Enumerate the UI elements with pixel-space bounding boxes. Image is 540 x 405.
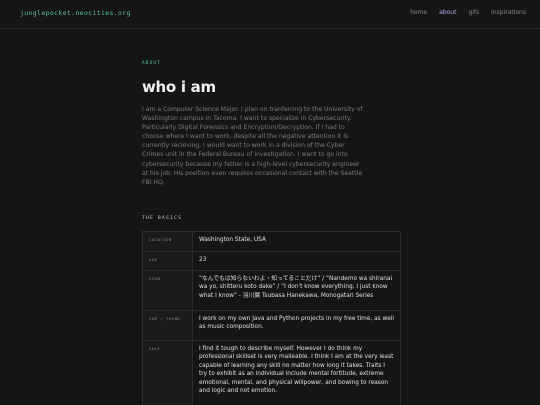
- top-bar: junglepocket.neocities.org home about gi…: [0, 0, 540, 29]
- table-row: SELF I find it tough to describe myself.…: [143, 341, 400, 405]
- site-title[interactable]: junglepocket.neocities.org: [20, 9, 131, 17]
- basics-table: LOCATION Washington State, USA AGE 23 SI…: [142, 231, 401, 405]
- nav-home[interactable]: home: [410, 9, 427, 16]
- row-value: I work on my own Java and Python project…: [199, 316, 395, 331]
- table-row: SIGN “なんでもは知らないわよ・知ってることだけ” / “Nandemo w…: [143, 271, 400, 311]
- table-row: AGE 23: [143, 252, 400, 271]
- table-row: JOB / THING I work on my own Java and Py…: [143, 311, 400, 341]
- basics-label: THE BASICS: [142, 216, 183, 221]
- nav-about[interactable]: about: [439, 9, 456, 16]
- table-row: LOCATION Washington State, USA: [143, 232, 400, 252]
- row-key: SIGN: [143, 271, 193, 310]
- row-key: AGE: [143, 252, 193, 270]
- row-key: SELF: [143, 341, 193, 405]
- row-key: JOB / THING: [143, 311, 193, 340]
- row-value: “なんでもは知らないわよ・知ってることだけ” / “Nandemo wa shi…: [199, 276, 393, 299]
- section-eyebrow: ABOUT: [142, 61, 162, 66]
- intro-paragraph: I am a Computer Science Major. I plan on…: [142, 106, 363, 186]
- main-nav: home about gifs inspirations: [410, 9, 526, 16]
- row-value: Washington State, USA: [199, 237, 266, 243]
- row-value: I find it tough to describe myself. Howe…: [199, 346, 394, 395]
- row-key: LOCATION: [143, 232, 193, 251]
- nav-gifs[interactable]: gifs: [468, 9, 479, 16]
- row-value: 23: [199, 257, 207, 263]
- nav-inspirations[interactable]: inspirations: [491, 9, 526, 16]
- page-title: who i am: [142, 78, 216, 96]
